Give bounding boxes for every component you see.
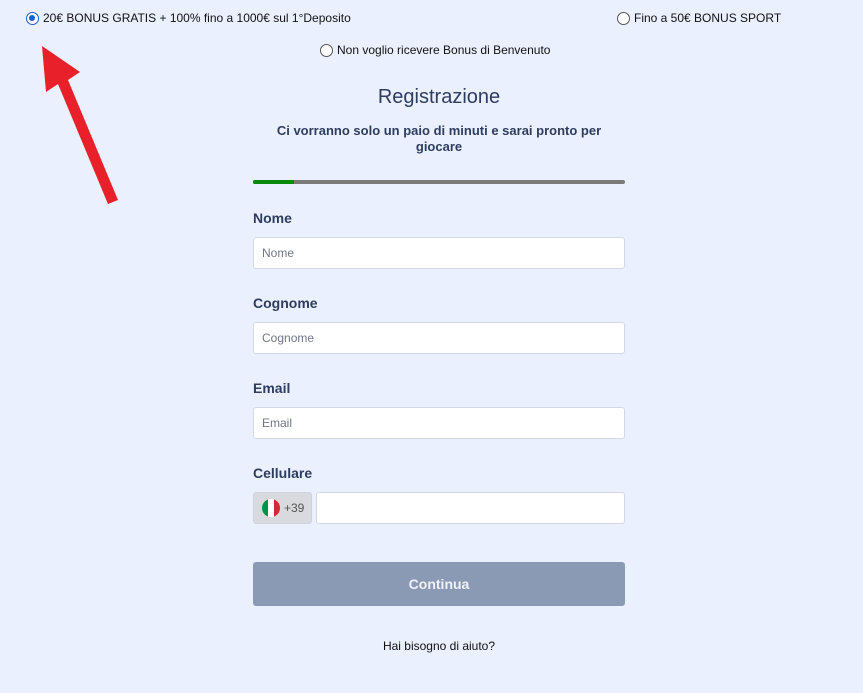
cognome-input[interactable] [253,322,625,354]
help-link[interactable]: Hai bisogno di aiuto? [253,639,625,653]
progress-bar-fill [253,180,294,184]
italy-flag-icon [262,499,280,517]
bonus-option-casino[interactable]: 20€ BONUS GRATIS + 100% fino a 1000€ sul… [26,11,351,25]
bonus-option-sport-radio[interactable] [617,11,630,25]
bonus-option-none-label: Non voglio ricevere Bonus di Benvenuto [337,43,551,57]
bonus-option-sport[interactable]: Fino a 50€ BONUS SPORT [617,11,781,25]
bonus-option-casino-radio[interactable] [26,11,39,25]
email-label: Email [253,380,291,396]
page-title: Registrazione [377,86,501,108]
bonus-option-none[interactable]: Non voglio ricevere Bonus di Benvenuto [320,43,550,57]
progress-bar [253,180,625,184]
nome-input[interactable] [253,237,625,269]
registration-page: 20€ BONUS GRATIS + 100% fino a 1000€ sul… [0,0,863,693]
continue-button[interactable]: Continua [253,562,625,606]
page-subtitle: Ci vorranno solo un paio di minuti e sar… [276,123,602,154]
email-input[interactable] [253,407,625,439]
bonus-option-sport-label: Fino a 50€ BONUS SPORT [634,11,782,25]
red-arrow-icon [42,46,118,204]
phone-input[interactable] [316,492,625,524]
cognome-label: Cognome [253,295,318,311]
nome-label: Nome [253,210,292,226]
cellulare-label: Cellulare [253,465,313,481]
country-prefix-code: +39 [284,501,305,515]
bonus-option-none-radio[interactable] [320,43,333,57]
bonus-option-casino-label: 20€ BONUS GRATIS + 100% fino a 1000€ sul… [43,11,351,25]
country-prefix-selector[interactable]: +39 [253,492,312,524]
